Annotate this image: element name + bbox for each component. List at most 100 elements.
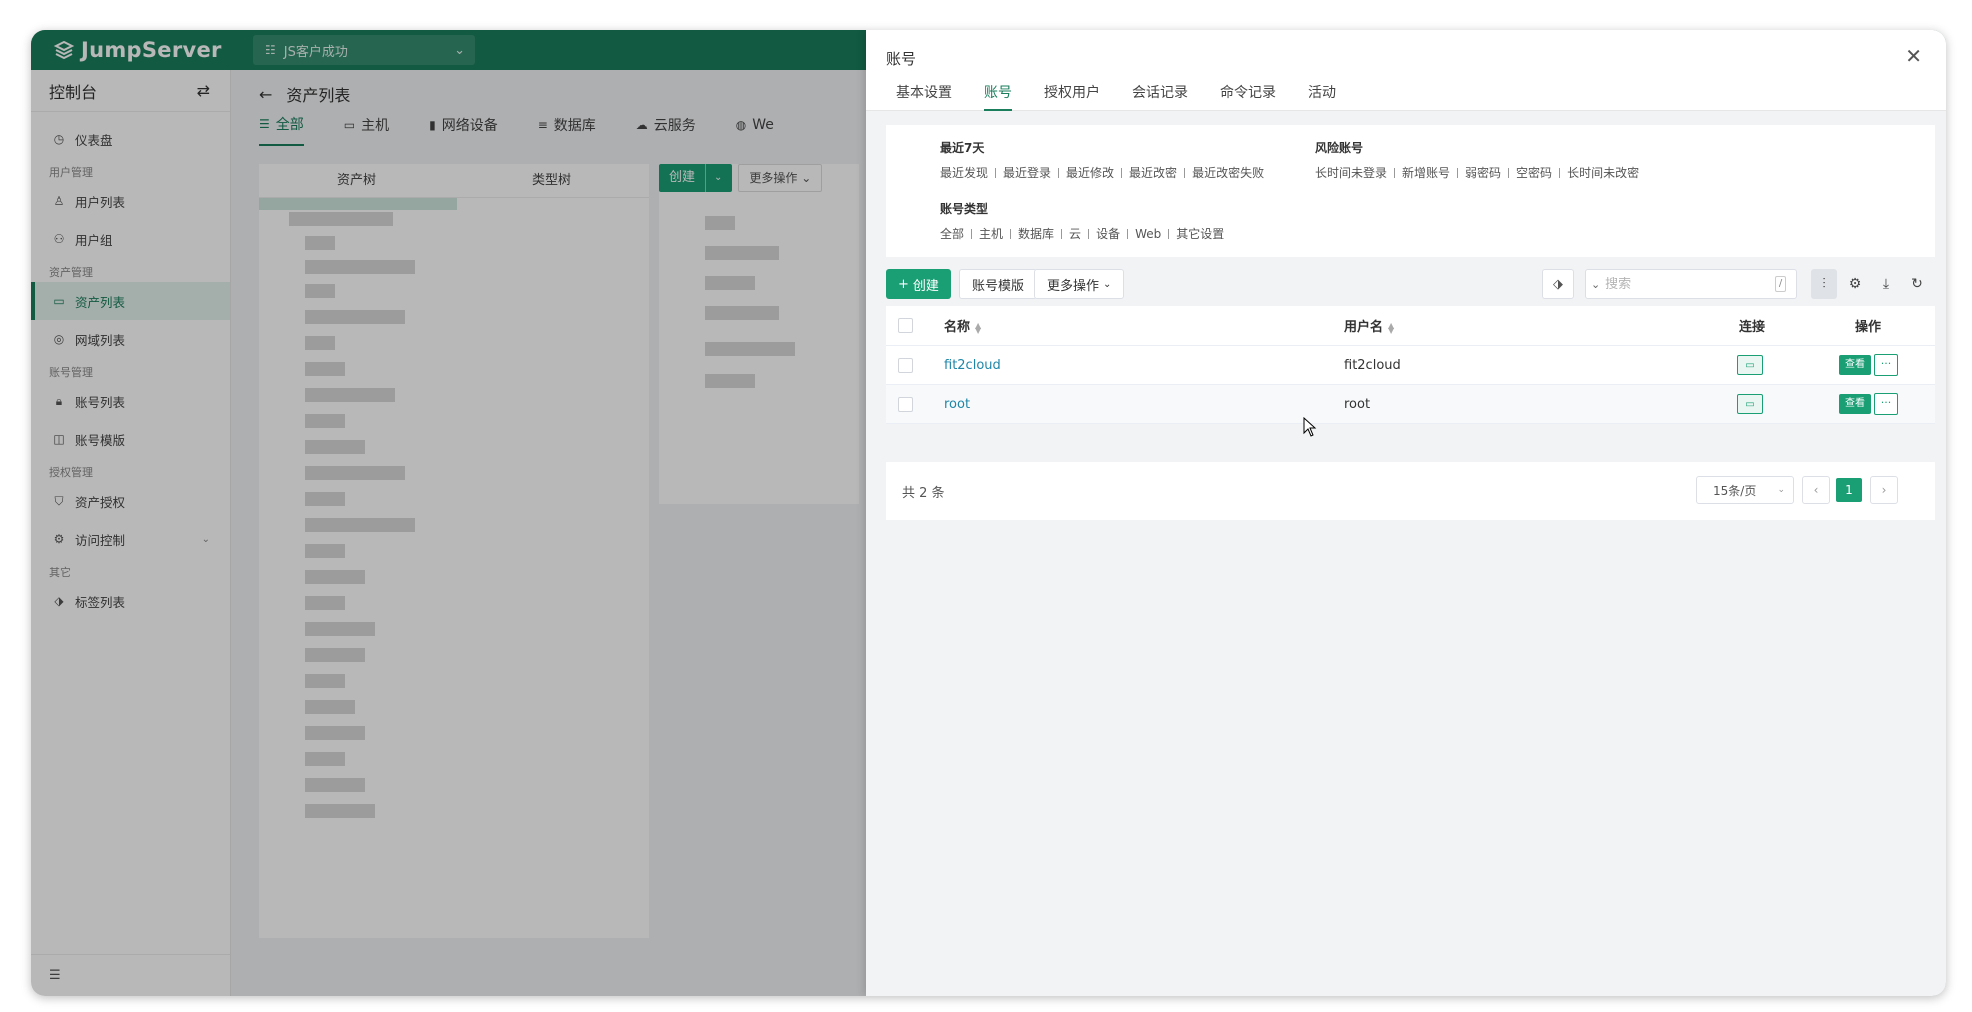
filter-link[interactable]: 最近改密失败: [1192, 164, 1264, 181]
mouse-cursor-icon: [1303, 417, 1317, 437]
tag-icon: ⬗: [1553, 276, 1563, 292]
separator: [1121, 167, 1123, 178]
tag-filter-button[interactable]: ⬗: [1542, 269, 1574, 299]
filter-link[interactable]: 最近登录: [1003, 164, 1051, 181]
connect-monitor-icon[interactable]: ▭: [1737, 355, 1763, 375]
search-box[interactable]: ⌄ /: [1585, 269, 1797, 299]
filter-link[interactable]: 弱密码: [1465, 164, 1501, 181]
filter-link[interactable]: 新增账号: [1402, 164, 1450, 181]
column-header-connect: 连接: [1738, 320, 1765, 335]
pagination: 共 2 条 15条/页 ⌄ ‹ 1 ›: [886, 462, 1935, 520]
quick-filters: 最近7天 最近发现 最近登录 最近修改 最近改密 最近改密失败 风险账号 长时间…: [886, 125, 1935, 257]
account-name-link[interactable]: fit2cloud: [944, 358, 1001, 373]
chevron-right-icon: ›: [1881, 483, 1887, 497]
filter-group-type: 账号类型 全部 主机 数据库 云 设备 Web 其它设置: [940, 200, 1224, 242]
download-icon[interactable]: ⤓: [1873, 269, 1899, 299]
close-icon[interactable]: ✕: [1905, 44, 1922, 68]
header-label: 用户名: [1344, 320, 1384, 335]
separator: [1061, 228, 1063, 239]
row-checkbox[interactable]: [898, 396, 913, 412]
next-page-button[interactable]: ›: [1870, 476, 1898, 504]
filter-link[interactable]: 长时间未登录: [1315, 164, 1387, 181]
create-account-button[interactable]: + 创建: [886, 269, 951, 299]
filter-link[interactable]: 云: [1069, 225, 1081, 242]
filter-group-risk: 风险账号 长时间未登录 新增账号 弱密码 空密码 长时间未改密: [1315, 139, 1639, 181]
tab-authorized-users[interactable]: 授权用户: [1044, 82, 1100, 111]
separator: [971, 228, 973, 239]
account-table: 名称 ▲ ▼ 用户名 ▲ ▼ 连接 操作 fit2cloud fit2cloud ▭ 查…: [886, 306, 1935, 424]
separator: [1088, 228, 1090, 239]
account-name-link[interactable]: root: [944, 397, 970, 412]
separator: [1010, 228, 1012, 239]
drawer-header: 账号 ✕ 基本设置 账号 授权用户 会话记录 命令记录 活动: [866, 30, 1946, 111]
tab-activity[interactable]: 活动: [1308, 82, 1336, 111]
filter-link[interactable]: 主机: [979, 225, 1003, 242]
separator: [1184, 167, 1186, 178]
filter-link[interactable]: 全部: [940, 225, 964, 242]
filter-group-title: 账号类型: [940, 202, 989, 216]
tab-account[interactable]: 账号: [984, 82, 1012, 111]
sort-icon[interactable]: ▲ ▼: [975, 321, 981, 334]
filter-link[interactable]: Web: [1135, 227, 1161, 241]
table-row: fit2cloud fit2cloud ▭ 查看 ···: [886, 346, 1935, 385]
refresh-icon[interactable]: ↻: [1904, 269, 1930, 299]
filter-link[interactable]: 最近改密: [1129, 164, 1177, 181]
chevron-down-icon[interactable]: ⌄: [1586, 278, 1605, 291]
column-header-actions: 操作: [1854, 320, 1881, 335]
filter-icon[interactable]: ⫶: [1811, 269, 1837, 299]
drawer-tabs: 基本设置 账号 授权用户 会话记录 命令记录 活动: [896, 82, 1368, 111]
button-label: 更多操作: [1047, 278, 1100, 294]
filter-link[interactable]: 长时间未改密: [1567, 164, 1639, 181]
settings-gear-icon[interactable]: ⚙: [1842, 269, 1868, 299]
prev-page-button[interactable]: ‹: [1802, 476, 1830, 504]
filter-link[interactable]: 其它设置: [1176, 225, 1224, 242]
separator: [1058, 167, 1060, 178]
connect-cell: ▭: [1737, 355, 1767, 375]
filter-links: 全部 主机 数据库 云 设备 Web 其它设置: [940, 225, 1224, 242]
filter-link[interactable]: 设备: [1096, 225, 1120, 242]
view-button[interactable]: 查看: [1839, 394, 1871, 414]
table-row: root root ▭ 查看 ···: [886, 385, 1935, 424]
sort-icon[interactable]: ▲ ▼: [1388, 321, 1394, 334]
button-label: 账号模版: [972, 278, 1025, 294]
account-template-button[interactable]: 账号模版: [959, 269, 1038, 299]
search-input[interactable]: [1605, 276, 1776, 292]
column-header-name[interactable]: 名称 ▲ ▼: [944, 316, 981, 335]
column-header-username[interactable]: 用户名 ▲ ▼: [1344, 316, 1394, 335]
chevron-left-icon: ‹: [1813, 483, 1819, 497]
separator: [1508, 167, 1510, 178]
separator: [1559, 167, 1561, 178]
account-username: root: [1344, 396, 1371, 412]
view-button[interactable]: 查看: [1839, 355, 1871, 375]
filter-link[interactable]: 空密码: [1516, 164, 1552, 181]
filter-group-title: 最近7天: [940, 141, 985, 155]
filter-link[interactable]: 最近发现: [940, 164, 988, 181]
connect-cell: ▭: [1737, 394, 1767, 414]
connect-monitor-icon[interactable]: ▭: [1737, 394, 1763, 414]
button-label: 创建: [912, 278, 939, 294]
tab-basic-settings[interactable]: 基本设置: [896, 82, 952, 111]
page-size-select[interactable]: 15条/页 ⌄: [1696, 476, 1794, 504]
row-checkbox[interactable]: [898, 357, 913, 373]
filter-link[interactable]: 最近修改: [1066, 164, 1114, 181]
tab-session-records[interactable]: 会话记录: [1132, 82, 1188, 111]
filter-links: 长时间未登录 新增账号 弱密码 空密码 长时间未改密: [1315, 164, 1639, 181]
page-size-value: 15条/页: [1713, 483, 1757, 498]
current-page[interactable]: 1: [1836, 478, 1862, 502]
more-actions-button[interactable]: 更多操作 ⌄: [1034, 269, 1125, 299]
separator: [1394, 167, 1396, 178]
tab-command-records[interactable]: 命令记录: [1220, 82, 1276, 111]
total-count: 共 2 条: [902, 486, 945, 501]
separator: [1168, 228, 1170, 239]
filter-link[interactable]: 数据库: [1018, 225, 1054, 242]
chevron-down-icon: ⌄: [1777, 485, 1785, 495]
account-drawer: 账号 ✕ 基本设置 账号 授权用户 会话记录 命令记录 活动 最近7天 最近发现…: [866, 30, 1946, 996]
filter-links: 最近发现 最近登录 最近修改 最近改密 最近改密失败: [940, 164, 1264, 181]
filter-group-recent: 最近7天 最近发现 最近登录 最近修改 最近改密 最近改密失败: [940, 139, 1264, 181]
filter-group-title: 风险账号: [1315, 141, 1364, 155]
more-options-button[interactable]: ···: [1874, 354, 1898, 376]
more-options-button[interactable]: ···: [1874, 393, 1898, 415]
select-all-checkbox[interactable]: [898, 318, 913, 333]
separator: [995, 167, 997, 178]
app-window: JumpServer ☷ JS客户成功 ⌄ 控制台 ⇄ ◷ 仪表盘 用户管理 ♙ 用…: [31, 30, 1946, 996]
